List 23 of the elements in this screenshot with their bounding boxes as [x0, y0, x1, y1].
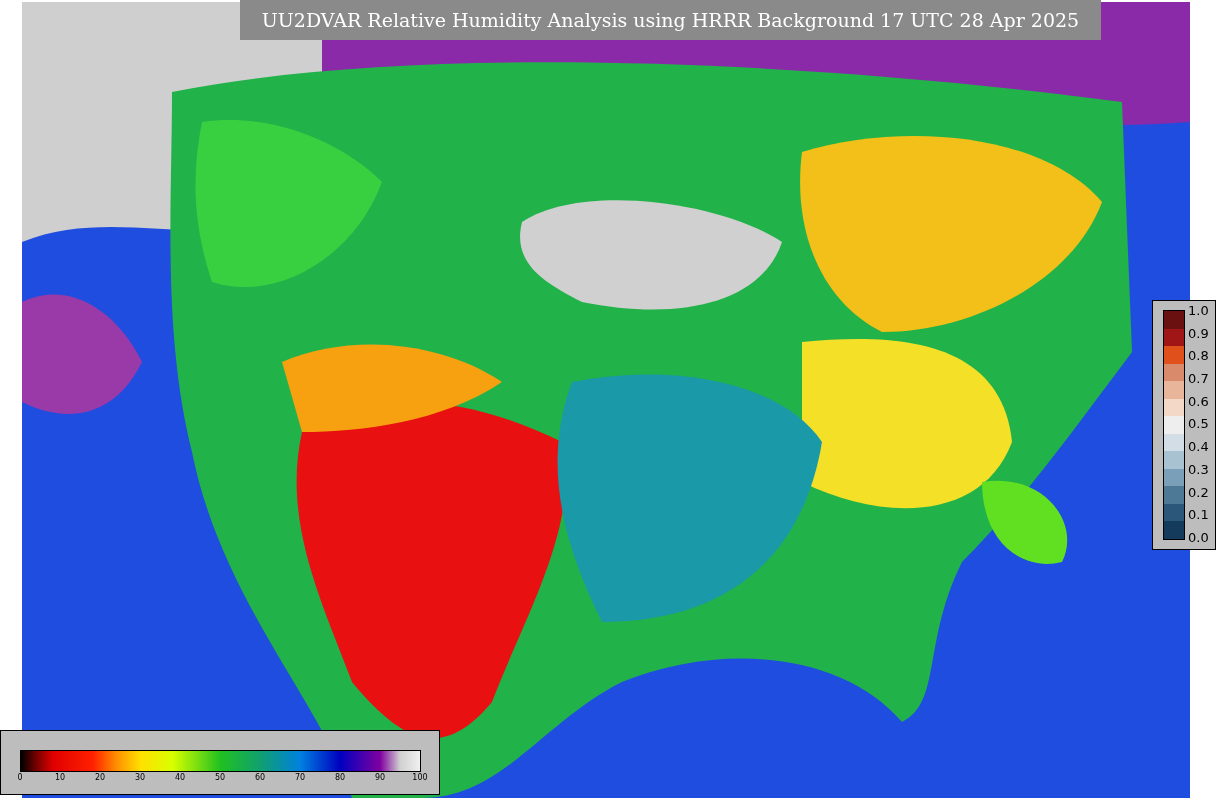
scale-tick-label: 50 [214, 774, 226, 782]
scale-tick-label: 0.4 [1188, 440, 1209, 454]
scale-tick-label: 90 [374, 774, 386, 782]
scale-tick-label: 30 [134, 774, 146, 782]
scale-tick-label: 40 [174, 774, 186, 782]
scale-tick-label: 1.0 [1188, 304, 1209, 317]
scale-tick-label: 0.7 [1188, 372, 1209, 386]
scale-tick-label: 60 [254, 774, 266, 782]
scale-tick-label: 20 [94, 774, 106, 782]
scale-tick-label: 0 [17, 774, 23, 782]
map-title: UU2DVAR Relative Humidity Analysis using HRRR Background 17 UTC 28 Apr 2025 [240, 0, 1101, 40]
scale-tick-label: 0.5 [1188, 417, 1209, 431]
scale-tick-label: 0.8 [1188, 349, 1209, 363]
scale-tick-label: 10 [54, 774, 66, 782]
scale-tick-label: 100 [412, 774, 428, 782]
scale-tick-label: 80 [334, 774, 346, 782]
scale-tick-label: 0.1 [1188, 508, 1209, 522]
scale-tick-label: 0.9 [1188, 326, 1209, 340]
scale-tick-label: 0.2 [1188, 485, 1209, 499]
scale-tick-label: 0.3 [1188, 462, 1209, 476]
scale-tick-label: 0.6 [1188, 394, 1209, 408]
scale-tick-label: 0.0 [1188, 530, 1209, 544]
scale-tick-label: 70 [294, 774, 306, 782]
